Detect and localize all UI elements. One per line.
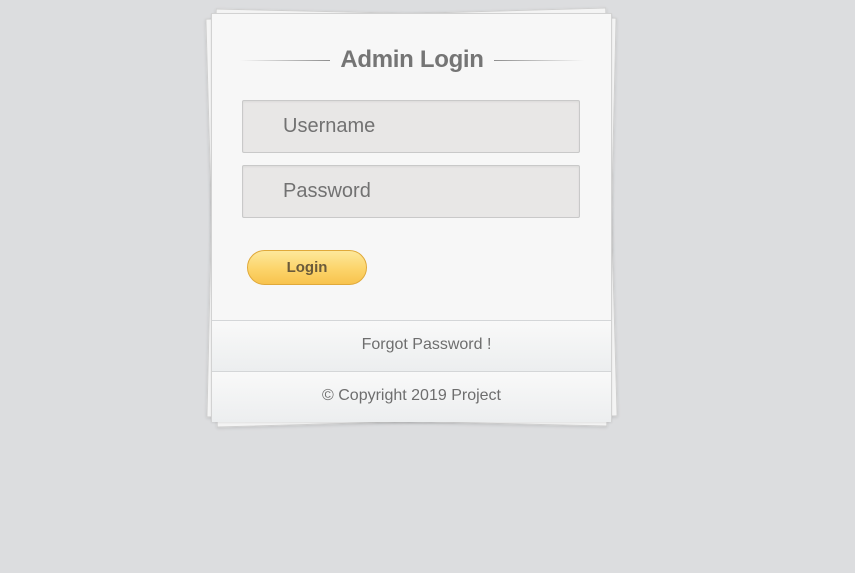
username-field [242,100,580,153]
title-divider-right [494,60,584,61]
login-button[interactable]: Login [247,250,367,285]
forgot-password-row: Forgot Password ! [212,320,611,371]
password-field [242,165,580,218]
copyright-row: © Copyright 2019 Project [212,371,611,422]
forgot-password-link[interactable]: Forgot Password ! [362,336,492,353]
username-input[interactable] [243,101,579,152]
copyright-text: © Copyright 2019 Project [322,387,501,404]
title-row: Admin Login [240,44,584,76]
login-card: Admin Login Login Forgot Password ! © Co… [211,13,612,422]
password-input[interactable] [243,166,579,217]
login-card-stack: Admin Login Login Forgot Password ! © Co… [205,7,618,428]
